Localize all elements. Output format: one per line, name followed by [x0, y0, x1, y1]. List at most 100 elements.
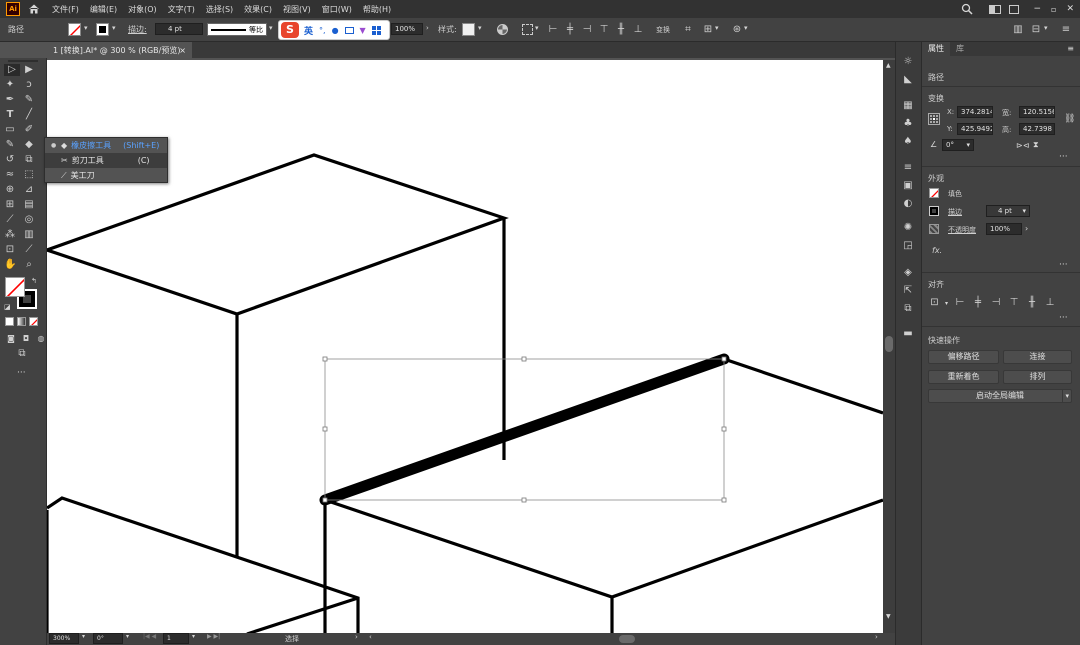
control-menu-icon[interactable]: ≡: [1060, 24, 1072, 36]
align-left-icon[interactable]: ⊢: [547, 24, 559, 36]
width-field[interactable]: 120.5156: [1019, 106, 1055, 118]
stroke-swatch[interactable]: [929, 206, 939, 216]
chevron-down-icon[interactable]: ▾: [535, 24, 539, 32]
x-field[interactable]: 374.2814: [957, 106, 993, 118]
zoom-tool-icon[interactable]: ⌕: [23, 259, 35, 271]
variable-width-profile[interactable]: 等比: [207, 23, 267, 36]
recolor-button[interactable]: 重新着色: [928, 370, 999, 384]
chevron-down-icon[interactable]: ▾: [1044, 24, 1048, 32]
stroke-label[interactable]: 描边: [948, 207, 962, 217]
export-icon[interactable]: ⇱: [902, 285, 914, 297]
transparency-panel-icon[interactable]: ◐: [902, 198, 914, 210]
workspace-icon[interactable]: [1009, 4, 1020, 14]
skin-icon[interactable]: ▼: [360, 26, 366, 35]
next-artboard-icon[interactable]: ▶ ▶|: [207, 633, 220, 640]
rotation-field[interactable]: 0°: [93, 633, 123, 644]
chevron-right-icon[interactable]: ›: [1025, 224, 1028, 233]
stroke-weight-field[interactable]: 4 pt: [155, 23, 203, 35]
gradient-panel-icon[interactable]: ▣: [902, 180, 914, 192]
panel-menu-icon[interactable]: ≡: [1067, 42, 1074, 56]
offset-path-button[interactable]: 偏移路径: [928, 350, 999, 364]
appearance-panel-icon[interactable]: ✺: [902, 222, 914, 234]
properties-icon[interactable]: ☼: [902, 56, 914, 68]
graphic-styles-icon[interactable]: ◲: [902, 240, 914, 252]
align-right-icon[interactable]: ⊣: [581, 24, 593, 36]
artboard-canvas[interactable]: [47, 60, 883, 634]
flip-horizontal-icon[interactable]: ⊳⊲: [1016, 141, 1029, 150]
align-left-icon[interactable]: ⊢: [954, 297, 966, 309]
height-field[interactable]: 42.7398: [1019, 123, 1055, 135]
menu-item[interactable]: 效果(C): [244, 4, 272, 15]
chevron-down-icon[interactable]: ▾: [744, 24, 748, 32]
chevron-down-icon[interactable]: ▾: [1022, 206, 1026, 216]
tab-libraries[interactable]: 库: [950, 42, 970, 56]
stroke-swatch[interactable]: [96, 23, 109, 36]
chevron-down-icon[interactable]: ▾: [192, 633, 195, 640]
puppet-warp-icon[interactable]: ⊛: [731, 24, 743, 36]
arrange-button[interactable]: 排列: [1003, 370, 1072, 384]
menu-item[interactable]: 选择(S): [206, 4, 233, 15]
swap-icon[interactable]: ↰: [31, 277, 37, 285]
gradient-mode-icon[interactable]: [17, 317, 26, 326]
search-icon[interactable]: [961, 3, 974, 15]
eyedropper-tool-icon[interactable]: ⟋: [4, 214, 16, 226]
y-field[interactable]: 425.9492: [957, 123, 993, 135]
artboards-icon[interactable]: ⧉: [902, 303, 914, 315]
eraser-tool-icon[interactable]: ◆: [23, 139, 35, 151]
curvature-tool-icon[interactable]: ✎: [23, 94, 35, 106]
ime-language-label[interactable]: 英: [304, 24, 313, 37]
chevron-down-icon[interactable]: ▾: [112, 24, 116, 32]
more-options-icon[interactable]: ···: [1059, 152, 1068, 162]
punctuation-icon[interactable]: °,: [319, 26, 326, 35]
stroke-label[interactable]: 描边:: [128, 24, 147, 35]
free-transform-tool-icon[interactable]: ⬚: [23, 169, 35, 181]
screen-mode-icon[interactable]: ⧉: [16, 348, 28, 360]
draw-normal-icon[interactable]: ◙: [5, 333, 17, 345]
chevron-down-icon[interactable]: ▾: [126, 633, 129, 640]
symbol-sprayer-tool-icon[interactable]: ⁂: [4, 229, 16, 241]
align-bottom-icon[interactable]: ⊥: [1044, 297, 1056, 309]
menu-item[interactable]: 文件(F): [52, 4, 79, 15]
flip-vertical-icon[interactable]: ⧗: [1033, 140, 1039, 150]
align-bottom-icon[interactable]: ⊥: [632, 24, 644, 36]
rotate-tool-icon[interactable]: ↺: [4, 154, 16, 166]
direct-selection-tool-icon[interactable]: ▶: [23, 64, 35, 76]
menu-item[interactable]: 编辑(E): [90, 4, 117, 15]
draw-behind-icon[interactable]: ◘: [20, 333, 32, 345]
chevron-right-icon[interactable]: ›: [355, 633, 358, 641]
lasso-tool-icon[interactable]: ↄ: [23, 79, 35, 91]
shape-builder-tool-icon[interactable]: ⊕: [4, 184, 16, 196]
shaper-tool-icon[interactable]: ✎: [4, 139, 16, 151]
chevron-down-icon[interactable]: ▾: [945, 300, 948, 307]
none-mode-icon[interactable]: [29, 317, 38, 326]
menu-item[interactable]: 文字(T): [168, 4, 195, 15]
chevron-down-icon[interactable]: ▾: [966, 140, 970, 150]
chevron-right-icon[interactable]: ›: [426, 24, 429, 32]
style-swatch[interactable]: [462, 23, 475, 36]
warp-icon[interactable]: ⊞: [702, 24, 714, 36]
slice-tool-icon[interactable]: ⟋: [23, 244, 35, 256]
microphone-icon[interactable]: ●: [332, 26, 339, 35]
flyout-item-scissors[interactable]: ✂ 剪刀工具 (C): [45, 153, 167, 168]
width-tool-icon[interactable]: ≈: [4, 169, 16, 181]
join-button[interactable]: 连接: [1003, 350, 1072, 364]
document-tab[interactable]: 1 [转换].AI* @ 300 % (RGB/预览) ×: [47, 42, 192, 58]
type-tool-icon[interactable]: T: [4, 109, 16, 121]
stroke-panel-icon[interactable]: ≡: [902, 162, 914, 174]
chevron-down-icon[interactable]: ▾: [715, 24, 719, 32]
align-horizontal-center-icon[interactable]: ╪: [564, 24, 576, 36]
stroke-weight-field[interactable]: 4 pt ▾: [986, 205, 1030, 217]
zoom-field[interactable]: 300%: [49, 633, 79, 644]
color-mode-icon[interactable]: [5, 317, 14, 326]
symbols-icon[interactable]: ♣: [902, 118, 914, 130]
menu-item[interactable]: 帮助(H): [363, 4, 391, 15]
close-window-button[interactable]: ✕: [1066, 4, 1074, 14]
pen-tool-icon[interactable]: ✒: [4, 94, 16, 106]
menu-item[interactable]: 视图(V): [283, 4, 311, 15]
align-vertical-center-icon[interactable]: ╫: [1026, 297, 1038, 309]
more-options-icon[interactable]: ···: [1059, 313, 1068, 323]
keyboard-icon[interactable]: [344, 26, 354, 34]
vertical-scrollbar[interactable]: ▲ ▼: [883, 60, 895, 634]
angle-field[interactable]: 0° ▾: [942, 139, 974, 151]
chevron-left-icon[interactable]: ‹: [369, 633, 372, 641]
